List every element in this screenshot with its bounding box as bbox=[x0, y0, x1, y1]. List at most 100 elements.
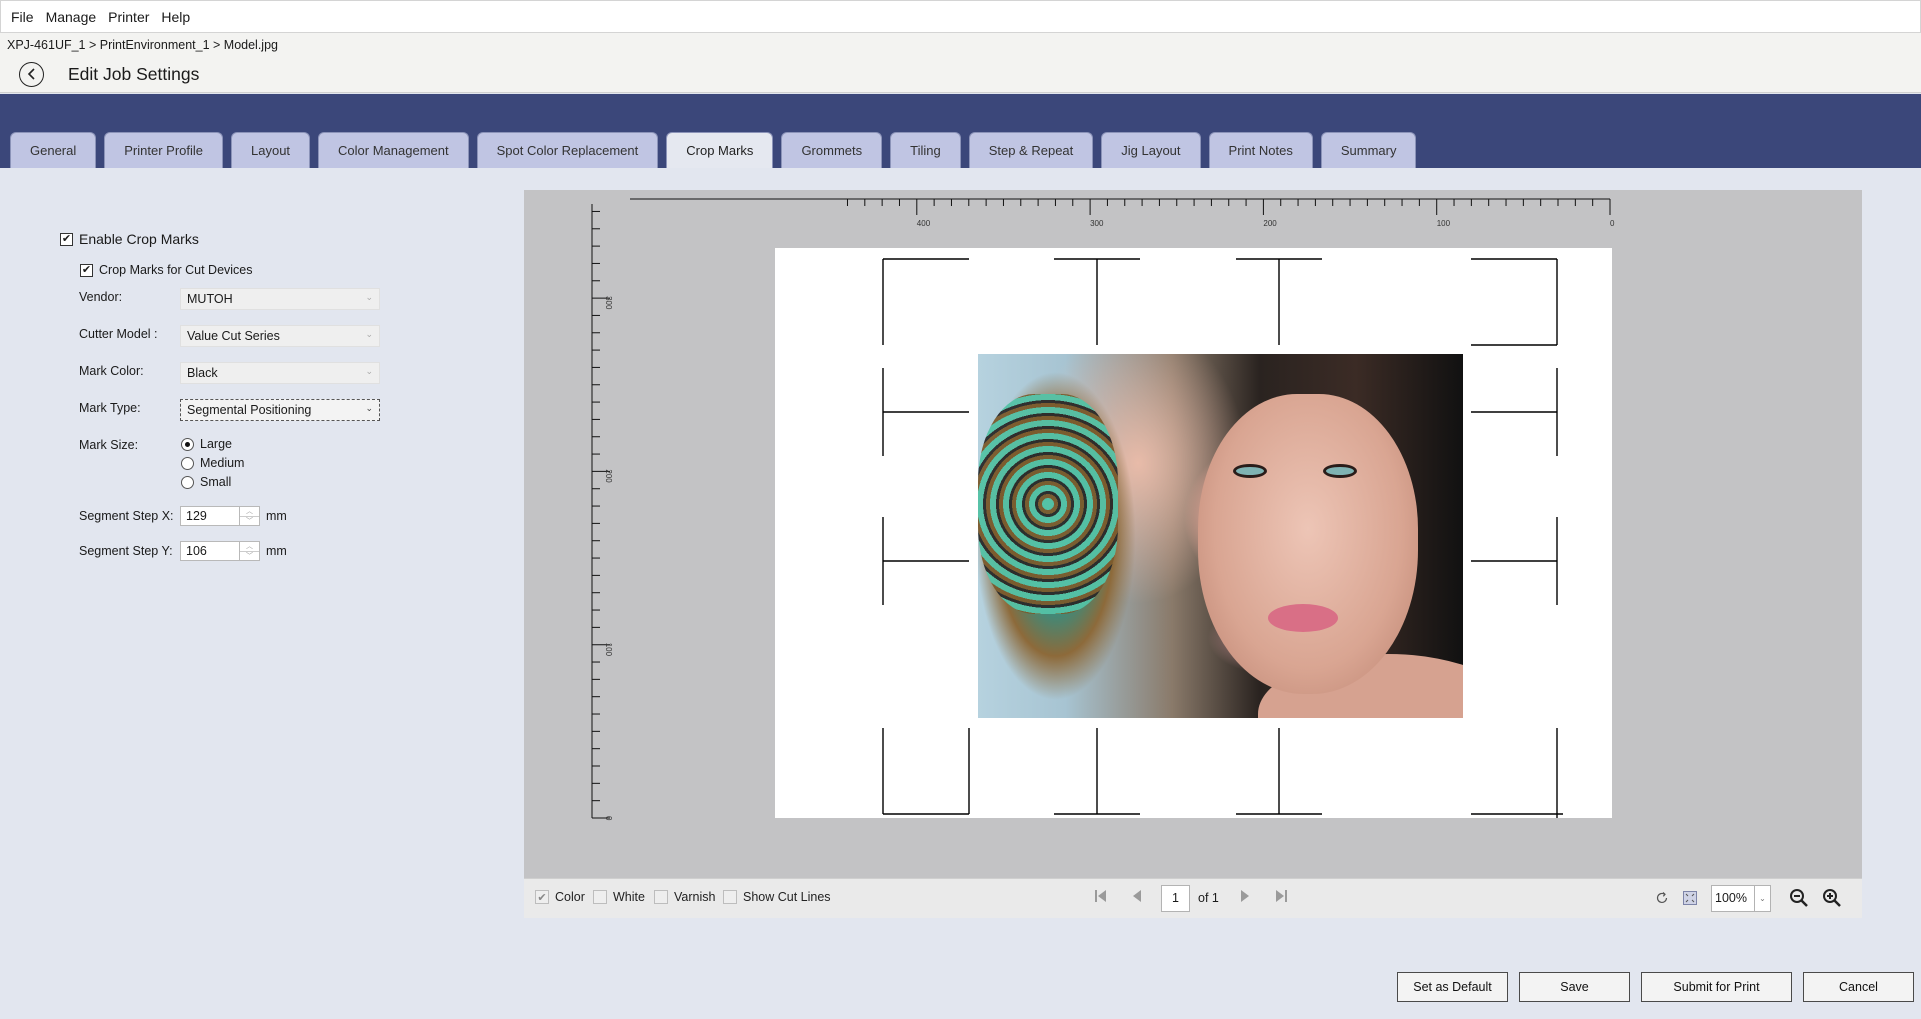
zoom-out-button[interactable] bbox=[1788, 887, 1810, 909]
chevron-down-icon[interactable]: ﹀ bbox=[240, 552, 259, 561]
vendor-select[interactable]: MUTOH ⌄ bbox=[180, 288, 380, 310]
zoom-in-button[interactable] bbox=[1821, 887, 1843, 909]
tab-step-repeat[interactable]: Step & Repeat bbox=[968, 132, 1094, 168]
segment-step-x-value[interactable]: 129 bbox=[181, 507, 239, 525]
ruler-vertical-label: 300 bbox=[604, 296, 613, 310]
preview-overlay: 400 300 200 100 0 300 200 100 0 bbox=[591, 198, 1615, 821]
vendor-label: Vendor: bbox=[79, 290, 123, 304]
chevron-down-icon: ⌄ bbox=[365, 403, 373, 413]
menu-manage[interactable]: Manage bbox=[40, 9, 103, 25]
enable-crop-marks-checkbox[interactable]: ✔ Enable Crop Marks bbox=[60, 231, 199, 247]
segment-step-x-label: Segment Step X: bbox=[79, 509, 174, 523]
show-cut-lines-checkbox[interactable]: Show Cut Lines bbox=[723, 890, 831, 904]
chevron-up-icon[interactable]: ︿ bbox=[240, 507, 259, 517]
enable-crop-marks-label: Enable Crop Marks bbox=[79, 231, 199, 247]
mark-color-select[interactable]: Black ⌄ bbox=[180, 362, 380, 384]
color-checkbox[interactable]: ✔ Color bbox=[535, 890, 585, 904]
chevron-down-icon: ⌄ bbox=[365, 366, 373, 376]
radio-unselected-icon bbox=[181, 456, 194, 470]
varnish-checkbox[interactable]: Varnish bbox=[654, 890, 715, 904]
color-label: Color bbox=[555, 890, 585, 904]
menu-printer[interactable]: Printer bbox=[102, 9, 155, 25]
segment-step-y-stepper[interactable]: 106 ︿ ﹀ bbox=[180, 541, 260, 561]
ruler-horizontal-label: 200 bbox=[1263, 219, 1277, 228]
mark-size-medium-radio[interactable]: Medium bbox=[181, 456, 244, 470]
vendor-value: MUTOH bbox=[187, 292, 233, 306]
varnish-label: Varnish bbox=[674, 890, 716, 904]
ruler-vertical-label: 0 bbox=[604, 816, 613, 821]
menu-help[interactable]: Help bbox=[155, 9, 196, 25]
cut-devices-label: Crop Marks for Cut Devices bbox=[99, 263, 253, 277]
chevron-down-icon: ⌄ bbox=[1754, 886, 1770, 911]
show-cut-lines-label: Show Cut Lines bbox=[743, 890, 831, 904]
cutter-model-select[interactable]: Value Cut Series ⌄ bbox=[180, 325, 380, 347]
tab-printer-profile[interactable]: Printer Profile bbox=[104, 132, 223, 168]
page-number-input[interactable]: 1 bbox=[1161, 885, 1190, 912]
ruler-vertical-label: 100 bbox=[604, 643, 613, 657]
checkbox-checked-icon: ✔ bbox=[535, 890, 549, 904]
checkbox-checked-icon: ✔ bbox=[80, 263, 93, 277]
tab-color-management[interactable]: Color Management bbox=[318, 132, 469, 168]
fit-to-window-icon bbox=[1683, 891, 1697, 905]
cutter-model-label: Cutter Model : bbox=[79, 327, 158, 341]
tab-grommets[interactable]: Grommets bbox=[781, 132, 883, 168]
tab-jig-layout[interactable]: Jig Layout bbox=[1101, 132, 1201, 168]
mark-size-small-radio[interactable]: Small bbox=[181, 475, 231, 489]
submit-for-print-button[interactable]: Submit for Print bbox=[1641, 972, 1792, 1002]
segment-step-y-unit: mm bbox=[266, 544, 287, 558]
set-as-default-button[interactable]: Set as Default bbox=[1397, 972, 1508, 1002]
save-button[interactable]: Save bbox=[1519, 972, 1630, 1002]
ruler-horizontal-label: 300 bbox=[1090, 219, 1104, 228]
page-title: Edit Job Settings bbox=[68, 63, 200, 84]
menu-file[interactable]: File bbox=[5, 9, 40, 25]
tab-crop-marks[interactable]: Crop Marks bbox=[666, 132, 774, 168]
cutter-model-value: Value Cut Series bbox=[187, 329, 280, 343]
zoom-level-value: 100% bbox=[1715, 891, 1747, 905]
segment-step-x-stepper[interactable]: 129 ︿ ﹀ bbox=[180, 506, 260, 526]
triangle-right-icon bbox=[1241, 890, 1249, 902]
chevron-down-icon[interactable]: ﹀ bbox=[240, 517, 259, 526]
cut-devices-checkbox[interactable]: ✔ Crop Marks for Cut Devices bbox=[80, 263, 253, 277]
fit-to-window-button[interactable] bbox=[1679, 887, 1701, 909]
chevron-left-circle-icon bbox=[27, 68, 35, 80]
mark-type-select[interactable]: Segmental Positioning ⌄ bbox=[180, 399, 380, 421]
first-page-button[interactable] bbox=[1094, 888, 1108, 907]
tab-print-notes[interactable]: Print Notes bbox=[1208, 132, 1313, 168]
tab-layout[interactable]: Layout bbox=[231, 132, 311, 168]
mark-size-large-radio[interactable]: Large bbox=[181, 437, 232, 451]
refresh-button[interactable] bbox=[1651, 887, 1673, 909]
tab-bar: General Printer Profile Layout Color Manage… bbox=[0, 94, 1921, 168]
next-page-button[interactable] bbox=[1240, 888, 1250, 907]
chevron-up-icon[interactable]: ︿ bbox=[240, 542, 259, 552]
tab-summary[interactable]: Summary bbox=[1320, 132, 1417, 168]
crop-marks-settings: ✔ Enable Crop Marks ✔ Crop Marks for Cut… bbox=[0, 168, 520, 868]
mark-size-medium-label: Medium bbox=[200, 456, 245, 470]
mark-type-value: Segmental Positioning bbox=[187, 403, 312, 417]
radio-selected-icon bbox=[181, 437, 194, 451]
segment-step-x-unit: mm bbox=[266, 509, 287, 523]
white-checkbox[interactable]: White bbox=[593, 890, 645, 904]
ruler-horizontal-label: 100 bbox=[1437, 219, 1451, 228]
segment-step-y-value[interactable]: 106 bbox=[181, 542, 239, 560]
menu-bar: File Manage Printer Help bbox=[0, 0, 1921, 33]
page-count-label: of 1 bbox=[1198, 891, 1219, 905]
chevron-down-icon: ⌄ bbox=[365, 292, 373, 302]
refresh-icon bbox=[1656, 892, 1668, 904]
tab-spot-color-replacement[interactable]: Spot Color Replacement bbox=[476, 132, 659, 168]
tab-general[interactable]: General bbox=[10, 132, 97, 168]
radio-unselected-icon bbox=[181, 475, 194, 489]
ruler-horizontal-label: 400 bbox=[917, 219, 931, 228]
breadcrumb: XPJ-461UF_1 > PrintEnvironment_1 > Model… bbox=[7, 38, 278, 52]
mark-size-large-label: Large bbox=[200, 437, 232, 451]
checkbox-unchecked-icon bbox=[654, 890, 668, 904]
tab-tiling[interactable]: Tiling bbox=[890, 132, 961, 168]
mark-size-small-label: Small bbox=[200, 475, 232, 489]
last-page-button[interactable] bbox=[1274, 888, 1288, 907]
checkbox-checked-icon: ✔ bbox=[60, 232, 73, 246]
print-preview[interactable]: 400 300 200 100 0 300 200 100 0 bbox=[524, 190, 1862, 878]
zoom-level-select[interactable]: 100% ⌄ bbox=[1711, 885, 1771, 912]
back-button[interactable] bbox=[19, 61, 44, 87]
preview-toolbar: ✔ Color White Varnish Show Cut Lines 1 o… bbox=[524, 878, 1862, 918]
previous-page-button[interactable] bbox=[1132, 888, 1142, 907]
cancel-button[interactable]: Cancel bbox=[1803, 972, 1914, 1002]
